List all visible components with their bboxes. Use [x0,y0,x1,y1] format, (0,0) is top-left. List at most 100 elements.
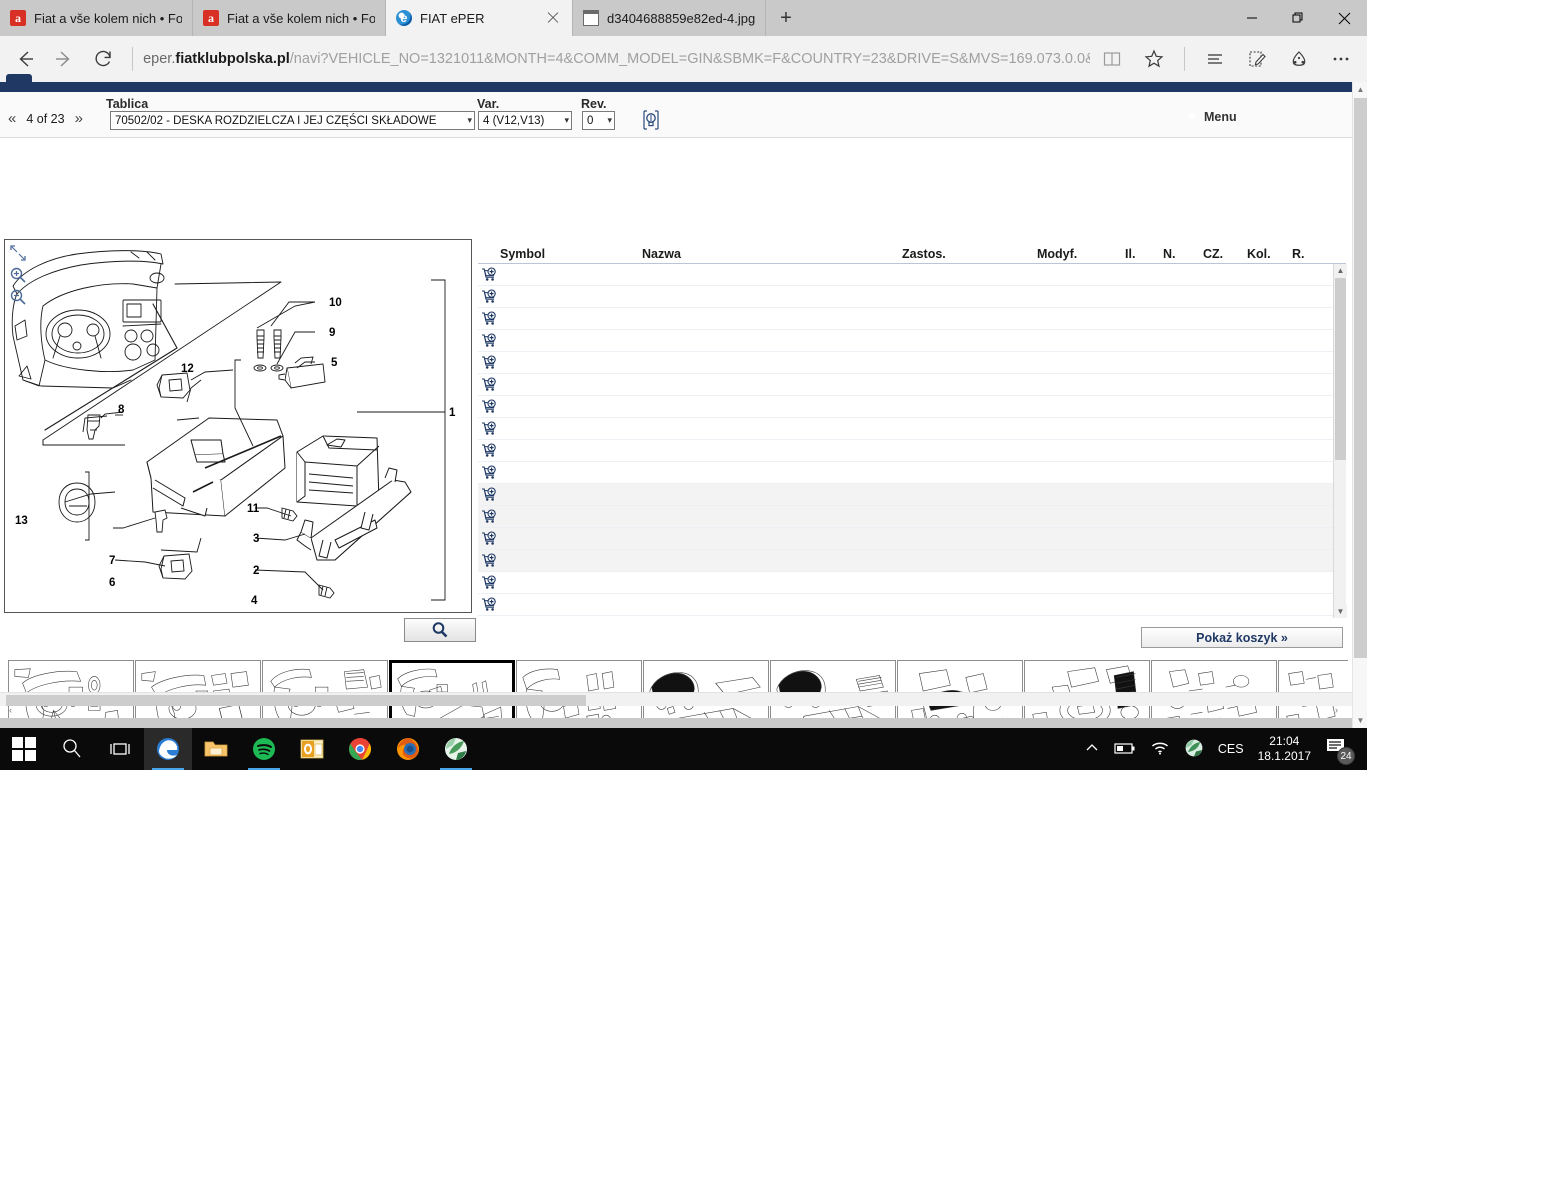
scroll-down-icon[interactable]: ▼ [1353,713,1368,728]
table-row[interactable] [478,528,1346,550]
windows-start-icon[interactable] [0,728,48,770]
table-row[interactable] [478,462,1346,484]
thumbnail[interactable] [135,660,261,718]
table-row[interactable] [478,264,1346,286]
table-row[interactable] [478,308,1346,330]
zoom-in-icon[interactable] [9,266,29,288]
thumbnail[interactable] [8,660,134,718]
prev-plate-button[interactable]: « [8,110,16,127]
maximize-restore-button[interactable] [1275,0,1321,36]
table-row[interactable] [478,396,1346,418]
browser-tab-2[interactable]: a Fiat a vše kolem nich • Foru [193,0,386,36]
language-indicator[interactable]: CES [1218,742,1244,756]
add-to-cart-button[interactable] [478,487,500,502]
zoom-out-icon[interactable] [9,288,29,310]
add-to-cart-button[interactable] [478,575,500,590]
share-icon[interactable] [1279,40,1319,78]
thumbnail[interactable] [897,660,1023,718]
table-row[interactable] [478,572,1346,594]
new-tab-button[interactable]: + [766,0,806,36]
thumbnail[interactable] [643,660,769,718]
globe-icon[interactable] [1184,738,1204,761]
add-to-cart-button[interactable] [478,355,500,370]
menu-toggle[interactable]: Menu [1186,110,1237,124]
page-vertical-scrollbar[interactable]: ▲ ▼ [1352,82,1367,728]
browser-tab-1[interactable]: a Fiat a vše kolem nich • Foru [0,0,193,36]
thumbnail[interactable] [262,660,388,718]
thumbnail[interactable] [1151,660,1277,718]
search-icon[interactable] [48,728,96,770]
thumbnail[interactable] [1024,660,1150,718]
table-row[interactable] [478,550,1346,572]
scrollbar-thumb[interactable] [1335,278,1346,460]
thumbnail[interactable] [770,660,896,718]
table-row[interactable] [478,484,1346,506]
clock[interactable]: 21:04 18.1.2017 [1258,734,1311,764]
scroll-down-icon[interactable]: ▼ [1334,605,1347,618]
table-row[interactable] [478,374,1346,396]
vscroll-thumb[interactable] [1354,98,1367,658]
hscroll-thumb[interactable] [6,695,586,706]
add-to-cart-button[interactable] [478,553,500,568]
forward-icon[interactable] [45,40,82,78]
table-row[interactable] [478,440,1346,462]
minimize-button[interactable] [1229,0,1275,36]
thumbnail-selected[interactable] [389,660,515,718]
close-window-button[interactable] [1321,0,1367,36]
firefox-icon[interactable] [384,728,432,770]
add-to-cart-button[interactable] [478,597,500,612]
table-row[interactable] [478,506,1346,528]
search-button[interactable] [404,618,476,642]
refresh-icon[interactable] [85,40,122,78]
eper-app-icon[interactable] [432,728,480,770]
favorites-star-icon[interactable] [1134,40,1174,78]
add-to-cart-button[interactable] [478,443,500,458]
show-hidden-icons[interactable] [1084,740,1100,759]
add-to-cart-button[interactable] [478,509,500,524]
reading-view-icon[interactable] [1092,40,1132,78]
add-to-cart-button[interactable] [478,311,500,326]
battery-icon[interactable] [1114,741,1136,758]
scroll-up-icon[interactable]: ▲ [1334,264,1347,277]
thumbnail[interactable] [516,660,642,718]
chrome-icon[interactable] [336,728,384,770]
fit-icon[interactable] [9,244,29,266]
close-icon[interactable] [544,9,562,27]
more-icon[interactable] [1321,40,1361,78]
spotify-icon[interactable] [240,728,288,770]
rev-select[interactable]: 0 ▾ [582,111,615,130]
task-view-icon[interactable] [96,728,144,770]
browser-tab-4[interactable]: d3404688859e82ed-4.jpg [573,0,766,36]
var-select[interactable]: 4 (V12,V13) ▾ [478,111,572,130]
browser-tab-3-active[interactable]: FIAT ePER [386,0,573,36]
table-row[interactable] [478,330,1346,352]
table-row[interactable] [478,352,1346,374]
add-to-cart-button[interactable] [478,377,500,392]
table-row[interactable] [478,286,1346,308]
hub-icon[interactable] [1195,40,1235,78]
taskbar-edge-icon[interactable] [144,728,192,770]
add-to-cart-button[interactable] [478,465,500,480]
page-horizontal-scrollbar[interactable] [0,692,1352,706]
address-bar-input[interactable]: eper. fiatklubpolska.pl/navi?VEHICLE_NO=1… [143,40,1090,78]
add-to-cart-button[interactable] [478,267,500,282]
notifications-icon[interactable]: 24 [1325,735,1355,765]
parts-table-scrollbar[interactable]: ▲ ▼ [1333,264,1347,618]
next-plate-button[interactable]: » [75,110,83,127]
add-to-cart-button[interactable] [478,399,500,414]
file-explorer-icon[interactable] [192,728,240,770]
tablica-select[interactable]: 70502/02 - DESKA ROZDZIELCZA I JEJ CZĘŚC… [110,111,475,130]
show-basket-button[interactable]: Pokaż koszyk » [1141,627,1343,648]
bulb-icon[interactable] [640,108,662,132]
outlook-icon[interactable] [288,728,336,770]
wifi-icon[interactable] [1150,740,1170,759]
add-to-cart-button[interactable] [478,289,500,304]
table-row[interactable] [478,594,1346,616]
back-icon[interactable] [6,40,43,78]
table-row[interactable] [478,418,1346,440]
web-note-icon[interactable] [1237,40,1277,78]
add-to-cart-button[interactable] [478,421,500,436]
scroll-up-icon[interactable]: ▲ [1353,82,1368,97]
add-to-cart-button[interactable] [478,333,500,348]
add-to-cart-button[interactable] [478,531,500,546]
